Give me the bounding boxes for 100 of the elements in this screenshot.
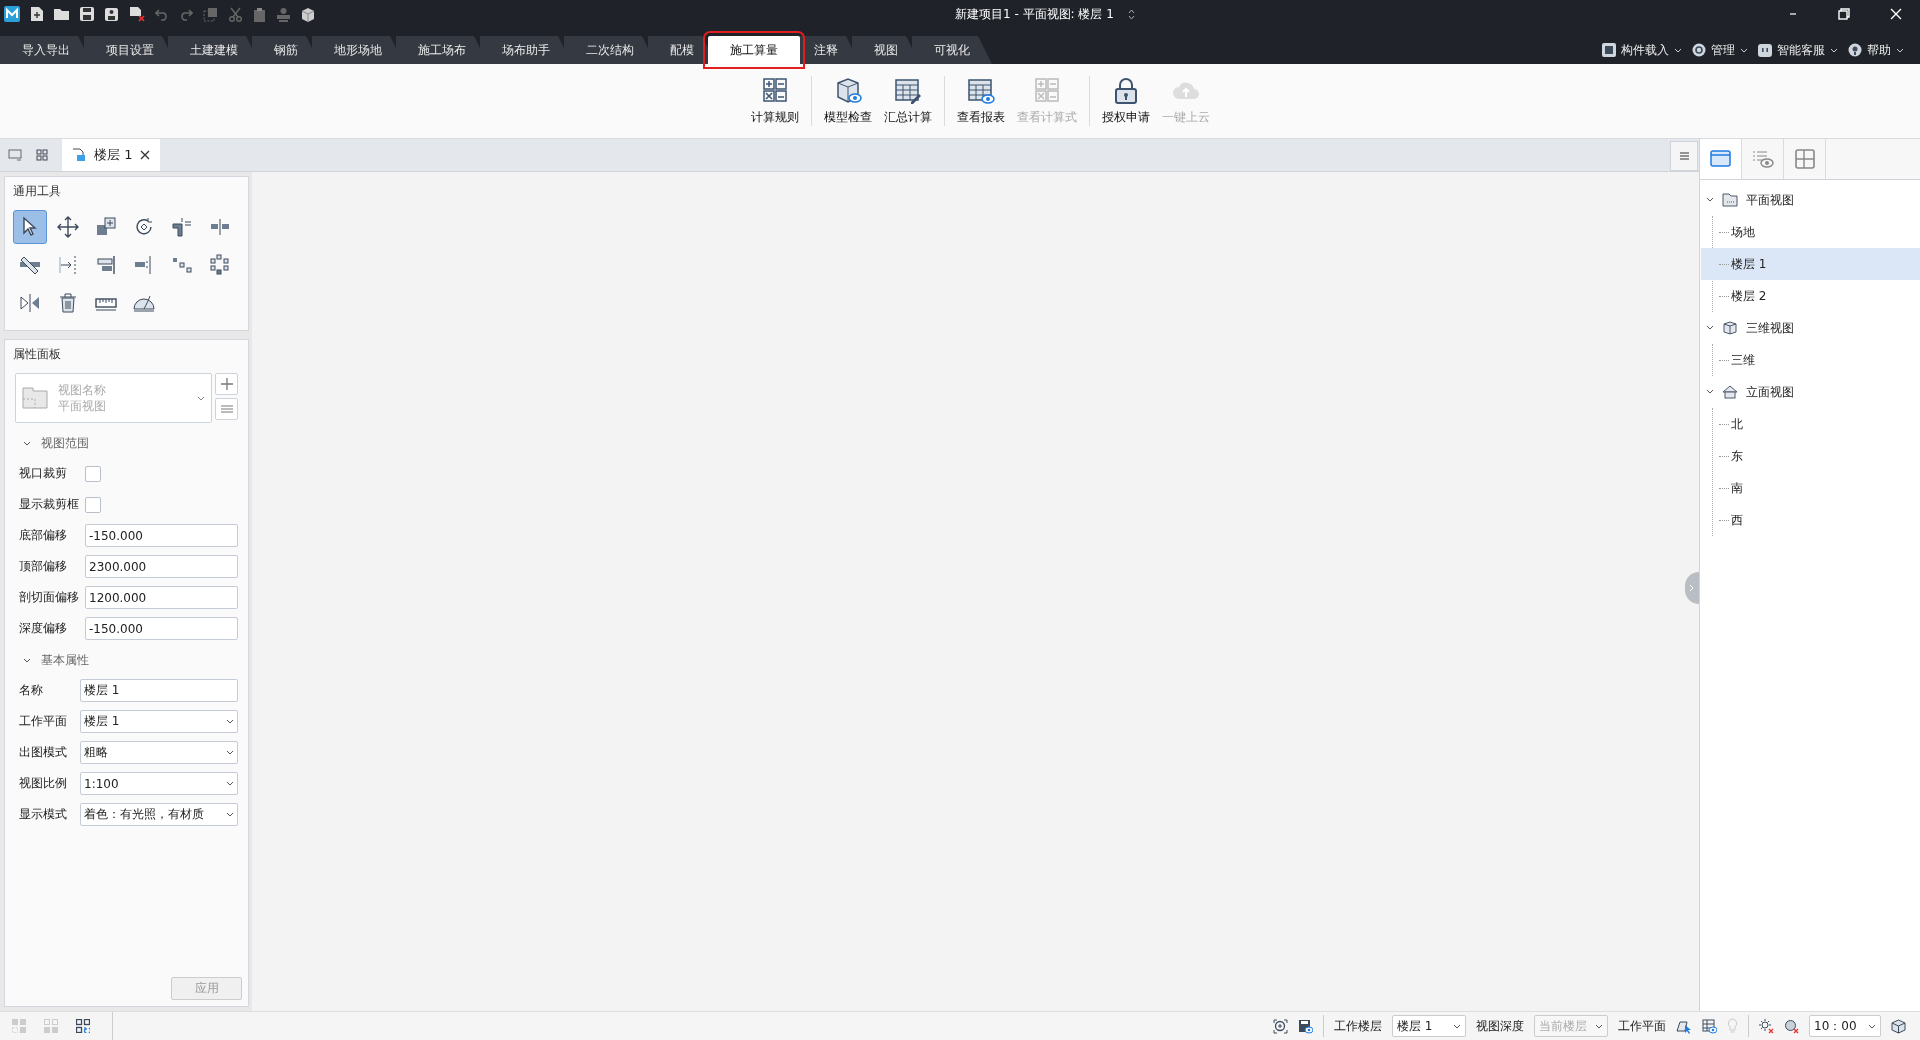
house-icon — [1722, 385, 1738, 399]
chevron-down-icon[interactable] — [23, 656, 31, 665]
input-field[interactable]: 楼层 1 — [80, 679, 238, 702]
add-button[interactable] — [215, 373, 238, 395]
caret-icon — [1830, 47, 1838, 53]
tree-item[interactable]: 东 — [1713, 440, 1920, 472]
paste-icon[interactable] — [253, 6, 266, 22]
ribbon-button[interactable]: 汇总计算 — [881, 76, 934, 126]
menu-dropdown[interactable]: 管理 — [1692, 41, 1748, 59]
grid-eye-icon[interactable] — [1702, 1018, 1717, 1034]
time-dropdown[interactable]: 10：00 — [1809, 1015, 1881, 1037]
property-label: 视口裁剪 — [19, 465, 68, 482]
input-field[interactable]: -150.000 — [85, 524, 238, 547]
cut-icon[interactable] — [228, 6, 243, 22]
menu-button[interactable] — [1670, 141, 1698, 171]
new-file-icon[interactable] — [30, 6, 44, 22]
sun-off-icon[interactable] — [1759, 1018, 1774, 1034]
tree-item[interactable]: 三维视图 — [1700, 312, 1920, 344]
checkbox[interactable] — [85, 496, 101, 513]
undo-icon[interactable] — [155, 7, 169, 21]
dropdown[interactable]: 楼层 1 — [1392, 1015, 1466, 1037]
property-label: 名称 — [19, 682, 44, 699]
plane-cursor-icon[interactable] — [1676, 1018, 1692, 1034]
save-icon[interactable] — [80, 7, 94, 21]
tile-windows-icon[interactable] — [36, 149, 48, 161]
redo-icon[interactable] — [179, 7, 193, 21]
chevron-down-icon[interactable] — [1706, 196, 1714, 204]
status-label: 工作平面 — [1618, 1017, 1666, 1035]
cube-icon[interactable] — [301, 6, 315, 22]
panel-title: 通用工具 — [12, 183, 62, 200]
menu-dropdown[interactable]: 智能客服 — [1758, 41, 1838, 59]
type-value: 平面视图 — [58, 398, 107, 414]
tool-button[interactable] — [13, 210, 47, 244]
stamp-icon[interactable] — [276, 6, 291, 22]
sort-arrows-icon[interactable] — [1128, 9, 1135, 20]
chevron-down-icon[interactable] — [23, 439, 31, 448]
save-view-icon[interactable] — [1298, 1018, 1313, 1034]
menu-dropdown[interactable]: 构件载入 — [1602, 41, 1682, 59]
plus-icon — [220, 378, 233, 390]
type-label: 视图名称 — [58, 382, 107, 398]
app-logo-icon — [4, 6, 20, 22]
panel-layout-icon — [1793, 149, 1816, 169]
zoom-fit-icon[interactable] — [1273, 1018, 1288, 1034]
ribbon-button[interactable]: 模型检查 — [821, 76, 874, 126]
mirror-icon — [18, 291, 42, 315]
tree-item[interactable]: 北 — [1713, 408, 1920, 440]
caret-icon — [1453, 1023, 1461, 1029]
grid-reset-icon[interactable] — [76, 1019, 90, 1033]
tree-item[interactable]: 场地 — [1713, 216, 1920, 248]
component-icon — [1602, 43, 1616, 57]
open-folder-icon[interactable] — [54, 7, 70, 21]
cube-icon — [1722, 321, 1738, 335]
property-label: 底部偏移 — [19, 527, 68, 544]
chevron-down-icon[interactable] — [1706, 324, 1714, 332]
tree-item[interactable]: 西 — [1713, 504, 1920, 536]
section-title: 基本属性 — [41, 652, 89, 669]
tree-item[interactable]: 楼层 2 — [1713, 280, 1920, 312]
dropdown[interactable]: 着色：有光照，有材质 — [80, 803, 238, 826]
restore-icon[interactable] — [1838, 8, 1850, 20]
caret-icon — [1868, 1023, 1876, 1029]
caret-icon — [226, 812, 234, 817]
dropdown[interactable]: 1:100 — [80, 772, 238, 795]
tree-item[interactable]: 立面视图 — [1700, 376, 1920, 408]
menu-tab[interactable]: 可视化 — [912, 36, 992, 64]
dropdown[interactable]: 粗略 — [80, 741, 238, 764]
menu-dropdown[interactable]: 帮助 — [1848, 41, 1904, 59]
save-as-icon[interactable] — [104, 6, 119, 22]
browser-tab[interactable] — [1700, 139, 1742, 179]
ribbon-button[interactable]: 查看报表 — [954, 76, 1007, 126]
input-field[interactable]: -150.000 — [85, 617, 238, 640]
tree-item[interactable]: 楼层 1 — [1701, 248, 1920, 280]
close-file-icon[interactable] — [129, 6, 145, 22]
chevron-down-icon[interactable] — [1706, 388, 1714, 396]
tree-item[interactable]: 南 — [1713, 472, 1920, 504]
section-title: 视图范围 — [41, 435, 89, 452]
collapse-handle[interactable] — [1685, 572, 1699, 604]
list-eye-icon — [1751, 149, 1774, 169]
input-field[interactable]: 2300.000 — [85, 555, 238, 578]
tree-item[interactable]: 平面视图 — [1700, 184, 1920, 216]
caret-icon — [1896, 47, 1904, 53]
view-switch-icon[interactable] — [8, 149, 22, 161]
caret-icon — [226, 781, 234, 786]
dropdown[interactable]: 楼层 1 — [80, 710, 238, 733]
select-box-icon[interactable] — [203, 6, 218, 22]
close-icon[interactable] — [140, 150, 151, 160]
cube-icon[interactable] — [1891, 1018, 1906, 1034]
status-label: 视图深度 — [1476, 1017, 1524, 1035]
plan-view-icon — [72, 148, 86, 162]
window-title: 新建项目1 - 平面视图: 楼层 1 — [955, 6, 1114, 23]
property-label: 深度偏移 — [19, 620, 68, 637]
input-field[interactable]: 1200.000 — [85, 586, 238, 609]
shadow-off-icon[interactable] — [1784, 1018, 1799, 1034]
gear-icon — [1692, 43, 1706, 57]
document-tab[interactable]: 楼层 1 — [62, 139, 161, 171]
tree-item[interactable]: 三维 — [1713, 344, 1920, 376]
property-label: 顶部偏移 — [19, 558, 68, 575]
view-type-icon — [22, 387, 48, 409]
ribbon-button[interactable]: 授权申请 — [1099, 76, 1152, 126]
checkbox[interactable] — [85, 465, 101, 482]
ribbon-button[interactable]: 计算规则 — [748, 76, 801, 126]
